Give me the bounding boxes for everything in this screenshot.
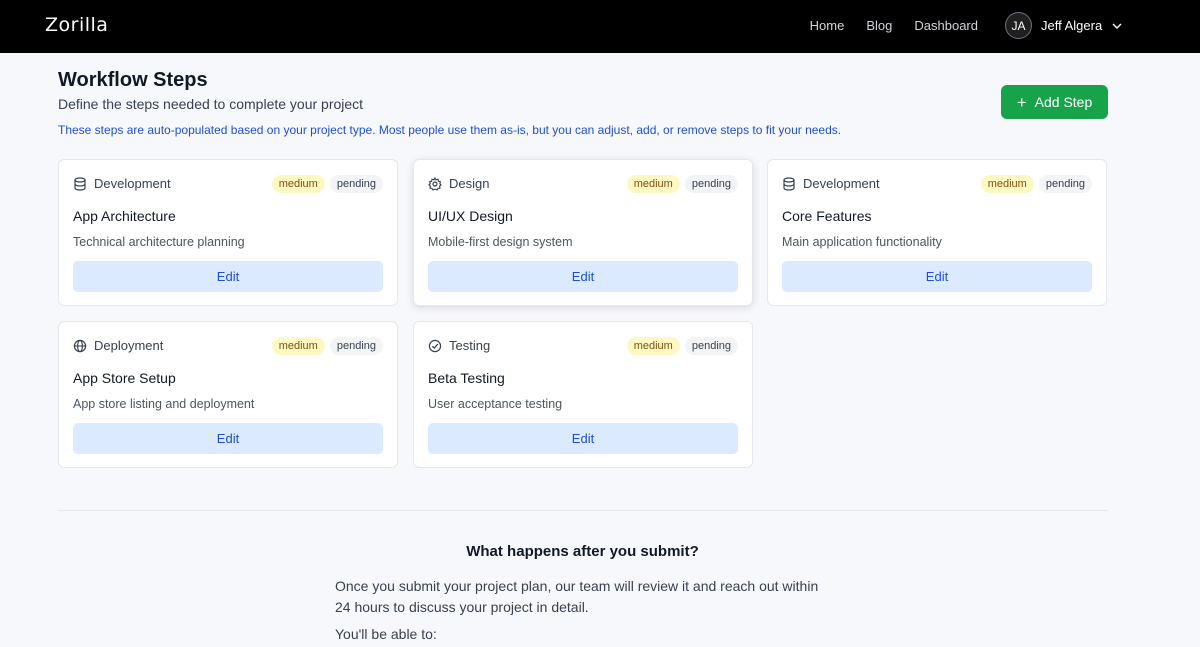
after-submit-text: Once you submit your project plan, our t… <box>335 578 819 615</box>
add-step-label: Add Step <box>1034 94 1093 110</box>
plus-icon: + <box>1016 92 1027 112</box>
priority-badge: medium <box>626 337 680 355</box>
edit-step-button[interactable]: Edit <box>73 423 383 454</box>
nav-blog[interactable]: Blog <box>866 18 892 33</box>
page-subtitle: Define the steps needed to complete your… <box>58 96 364 112</box>
step-title: App Architecture <box>73 208 176 224</box>
priority-badge: medium <box>980 175 1034 193</box>
database-icon <box>783 176 795 191</box>
edit-step-button[interactable]: Edit <box>782 261 1092 292</box>
step-card: Development medium pending Core Features… <box>767 159 1107 306</box>
step-category-label: Deployment <box>94 338 164 353</box>
status-badge: pending <box>329 337 383 355</box>
edit-step-button[interactable]: Edit <box>428 423 738 454</box>
step-category-label: Design <box>449 176 490 191</box>
user-menu[interactable]: JA Jeff Algera <box>1005 12 1123 39</box>
avatar: JA <box>1005 12 1032 39</box>
check-circle-icon <box>428 339 442 352</box>
step-badges: medium pending <box>626 175 738 193</box>
step-description: Technical architecture planning <box>73 235 245 249</box>
database-icon <box>74 176 86 191</box>
after-submit-list-title: You'll be able to: <box>335 626 437 642</box>
main-nav: Home Blog Dashboard <box>810 18 978 33</box>
step-category-label: Testing <box>449 338 491 353</box>
step-category-label: Development <box>94 176 171 191</box>
globe-icon <box>73 339 87 352</box>
step-badges: medium pending <box>980 175 1092 193</box>
step-card: Deployment medium pending App Store Setu… <box>58 321 398 468</box>
section-divider <box>58 510 1108 511</box>
step-badges: medium pending <box>271 175 383 193</box>
step-badges: medium pending <box>626 337 738 355</box>
page-note: These steps are auto-populated based on … <box>58 123 842 137</box>
step-category: Development <box>73 176 171 191</box>
status-badge: pending <box>684 337 738 355</box>
logo[interactable]: Zorilla <box>45 14 108 36</box>
priority-badge: medium <box>271 175 325 193</box>
step-description: User acceptance testing <box>428 397 563 411</box>
status-badge: pending <box>684 175 738 193</box>
priority-badge: medium <box>271 337 325 355</box>
step-title: Core Features <box>782 208 872 224</box>
step-category: Deployment <box>73 338 163 353</box>
step-description: Main application functionality <box>782 235 942 249</box>
nav-home[interactable]: Home <box>810 18 845 33</box>
top-navbar: Zorilla Home Blog Dashboard JA Jeff Alge… <box>0 0 1200 53</box>
page-title: Workflow Steps <box>58 69 208 91</box>
add-step-button[interactable]: + Add Step <box>1001 85 1108 119</box>
step-category: Development <box>782 176 880 191</box>
step-title: App Store Setup <box>73 370 176 386</box>
gear-icon <box>428 176 442 191</box>
status-badge: pending <box>329 175 383 193</box>
chevron-down-icon <box>1112 23 1122 29</box>
step-category-label: Development <box>803 176 880 191</box>
step-description: Mobile-first design system <box>428 235 573 249</box>
status-badge: pending <box>1038 175 1092 193</box>
nav-dashboard[interactable]: Dashboard <box>914 18 978 33</box>
step-description: App store listing and deployment <box>73 397 255 411</box>
edit-step-button[interactable]: Edit <box>73 261 383 292</box>
step-card: Development medium pending App Architect… <box>58 159 398 306</box>
step-category: Design <box>428 176 489 191</box>
step-card: Testing medium pending Beta Testing User… <box>413 321 753 468</box>
edit-step-button[interactable]: Edit <box>428 261 738 292</box>
step-title: UI/UX Design <box>428 208 513 224</box>
step-badges: medium pending <box>271 337 383 355</box>
after-submit-title: What happens after you submit? <box>466 543 699 560</box>
user-name: Jeff Algera <box>1041 18 1103 33</box>
step-category: Testing <box>428 338 490 353</box>
step-card: Design medium pending UI/UX Design Mobil… <box>413 159 753 306</box>
priority-badge: medium <box>626 175 680 193</box>
step-title: Beta Testing <box>428 370 505 386</box>
